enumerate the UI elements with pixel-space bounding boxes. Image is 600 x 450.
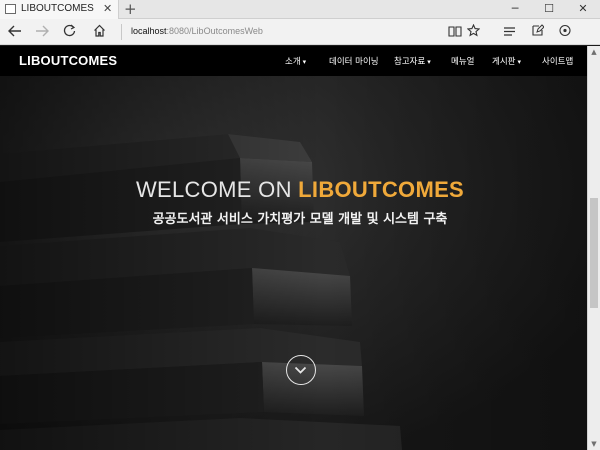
caret-down-icon: ▾	[427, 58, 431, 66]
scrollbar-thumb[interactable]	[590, 198, 598, 308]
menu-label: 참고자료	[394, 57, 426, 67]
scroll-down-arrow-icon[interactable]: ▼	[588, 438, 600, 450]
menu-item-data-mining[interactable]: 데이터 마이닝	[329, 55, 379, 67]
site-navbar: LIBOUTCOMES 소개 ▾ 데이터 마이닝 참고자료 ▾ 메뉴얼 게시판 ▾ 사…	[0, 46, 587, 76]
page-icon	[5, 4, 16, 14]
menu-label: 소개	[285, 57, 301, 67]
refresh-icon[interactable]	[58, 22, 80, 42]
hero-title: WELCOME ON LIBOUTCOMES	[0, 177, 587, 203]
caret-down-icon: ▾	[517, 58, 521, 66]
vertical-scrollbar[interactable]: ▲ ▼	[587, 46, 600, 450]
close-window-button[interactable]: ✕	[566, 0, 600, 19]
scroll-up-arrow-icon[interactable]: ▲	[588, 46, 600, 58]
menu-label: 게시판	[492, 57, 516, 67]
books-background-image	[0, 46, 587, 450]
home-icon[interactable]	[88, 22, 110, 42]
menu-item-intro[interactable]: 소개 ▾	[285, 55, 306, 67]
forward-arrow-icon[interactable]	[31, 22, 53, 42]
menu-item-sitemap[interactable]: 사이트맵	[542, 55, 573, 67]
menu-label: 메뉴얼	[451, 57, 475, 67]
tab-title: LIBOUTCOMES	[21, 3, 94, 14]
scroll-down-button[interactable]	[286, 355, 316, 385]
chevron-down-icon	[294, 366, 307, 374]
share-icon[interactable]	[554, 22, 576, 42]
url-host: localhost	[131, 26, 167, 36]
address-bar: localhost:8080/LibOutcomesWeb	[0, 19, 600, 45]
web-page: LIBOUTCOMES 소개 ▾ 데이터 마이닝 참고자료 ▾ 메뉴얼 게시판 ▾ 사…	[0, 46, 587, 450]
menu-label: 데이터 마이닝	[329, 57, 379, 67]
back-arrow-icon[interactable]	[4, 22, 26, 42]
caret-down-icon: ▾	[302, 58, 307, 66]
favorite-star-icon[interactable]	[462, 22, 484, 42]
hero-title-accent: LIBOUTCOMES	[298, 177, 465, 202]
url-path: :8080/LibOutcomesWeb	[166, 26, 263, 36]
minimize-button[interactable]: ─	[498, 0, 532, 19]
hero-subtitle: 공공도서관 서비스 가치평가 모델 개발 및 시스템 구축	[152, 212, 448, 227]
browser-tab[interactable]: LIBOUTCOMES ✕	[0, 0, 119, 19]
new-tab-button[interactable]: +	[124, 0, 137, 18]
hub-lines-icon[interactable]	[498, 22, 520, 42]
close-tab-icon[interactable]: ✕	[103, 2, 112, 15]
url-field[interactable]: localhost:8080/LibOutcomesWeb	[131, 26, 263, 36]
menu-item-manual[interactable]: 메뉴얼	[451, 55, 474, 67]
menu-item-references[interactable]: 참고자료 ▾	[394, 55, 431, 67]
menu-item-board[interactable]: 게시판 ▾	[492, 55, 521, 67]
maximize-button[interactable]: ☐	[532, 0, 566, 19]
site-brand-logo[interactable]: LIBOUTCOMES	[19, 53, 117, 68]
hero-title-prefix: WELCOME ON	[135, 177, 299, 202]
web-note-pen-icon[interactable]	[526, 22, 548, 42]
menu-label: 사이트맵	[542, 57, 574, 67]
tab-strip: LIBOUTCOMES ✕ + ─ ☐ ✕	[0, 0, 600, 19]
address-divider	[121, 24, 122, 40]
